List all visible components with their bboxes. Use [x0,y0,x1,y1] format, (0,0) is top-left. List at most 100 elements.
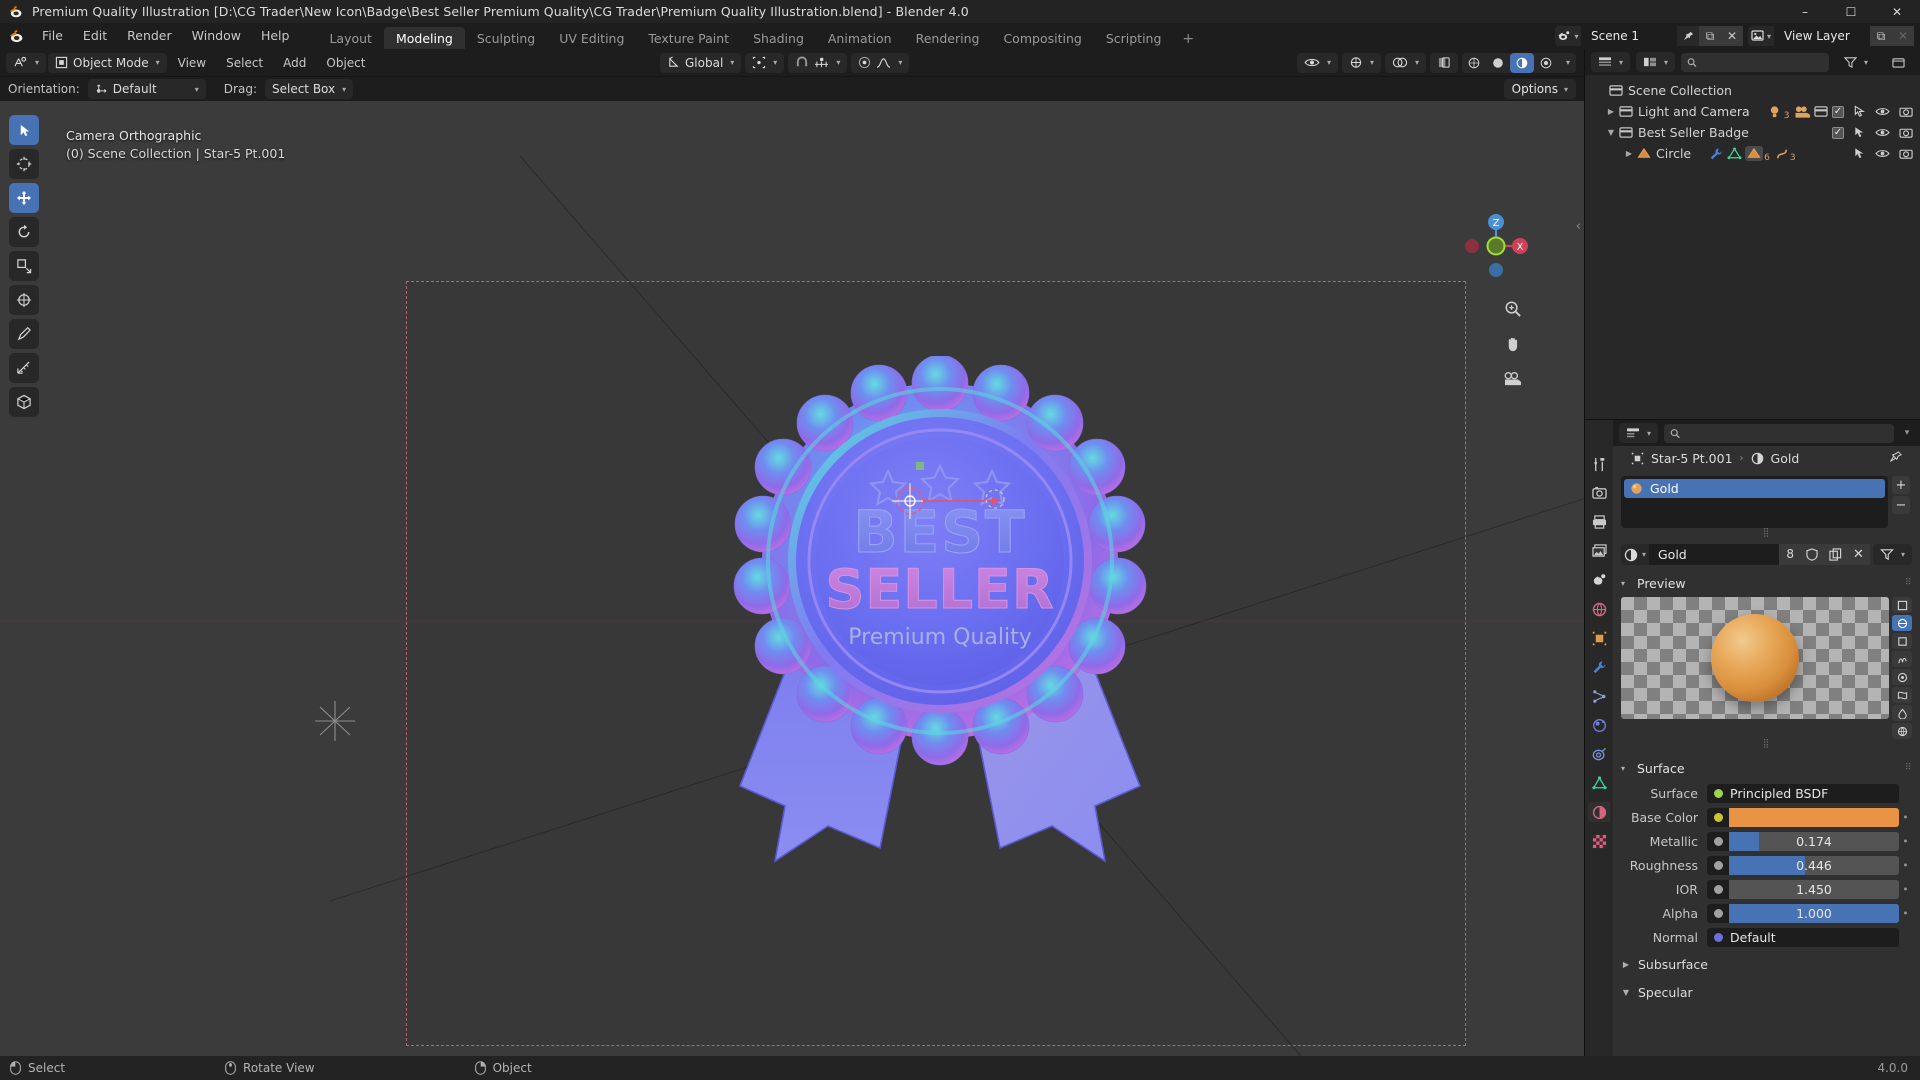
tool-rotate[interactable] [9,217,39,247]
new-view-layer-button[interactable]: ⧉ [1870,26,1892,46]
eye-icon[interactable] [1875,127,1890,138]
outliner-display-mode[interactable]: ▾ [1636,52,1676,72]
animate-property-dot[interactable]: • [1899,907,1912,920]
alpha-slider[interactable]: 1.000 [1729,903,1899,923]
view-layer-name[interactable]: View Layer [1774,26,1870,46]
preview-type-sphere[interactable] [1892,615,1912,631]
menu-file[interactable]: File [32,26,73,47]
tab-uv-editing[interactable]: UV Editing [547,27,636,51]
properties-tab-world[interactable] [1588,599,1610,619]
zoom-icon[interactable] [1499,295,1526,322]
specular-subpanel-header[interactable]: ▼ Specular [1621,981,1912,1003]
animate-property-dot[interactable]: • [1899,859,1912,872]
remove-scene-button[interactable]: ✕ [1721,26,1743,46]
fake-user-icon[interactable] [1800,544,1824,565]
mesh-data-icon[interactable] [1727,146,1742,161]
outliner-row-scene-collection[interactable]: Scene Collection [1585,80,1920,101]
properties-search-input[interactable] [1685,426,1888,440]
collection-icon[interactable] [1814,105,1829,118]
tab-rendering[interactable]: Rendering [904,27,992,51]
transform-orientation-selector[interactable]: Global ▾ [660,52,742,73]
browse-material-icon[interactable]: ▾ [1621,548,1649,562]
xray-toggle[interactable] [1429,52,1458,73]
preview-type-flat[interactable] [1892,597,1912,613]
material-preview[interactable] [1621,597,1889,719]
properties-tab-particles[interactable] [1588,686,1610,706]
node-socket[interactable] [1714,932,1723,942]
properties-tab-view-layer[interactable] [1588,541,1610,561]
add-workspace-button[interactable]: + [1173,27,1203,51]
properties-tab-render[interactable] [1588,483,1610,503]
node-socket[interactable] [1713,860,1723,870]
material-display-filter[interactable]: ▾ [1872,544,1912,565]
preview-type-hair[interactable] [1892,651,1912,667]
properties-header-expand[interactable]: ▾ [1900,428,1914,438]
preview-resize-grip[interactable]: ⣿ [1621,739,1912,750]
material-name-field[interactable]: Gold [1649,544,1780,565]
outliner-filter-icon[interactable]: ▾ [1835,52,1877,72]
properties-tab-data[interactable] [1588,773,1610,793]
viewport-options-button[interactable]: Options ▾ [1503,79,1576,99]
outliner-row-light-and-camera[interactable]: ▶ Light and Camera 3 [1585,101,1920,122]
tool-transform[interactable] [9,285,39,315]
render-camera-icon[interactable] [1899,126,1914,139]
transform-gizmo-overlay[interactable] [860,471,1020,531]
properties-tab-texture[interactable] [1588,831,1610,851]
properties-editor-type[interactable]: ▾ [1619,423,1659,443]
properties-tab-modifiers[interactable] [1588,657,1610,677]
metallic-slider[interactable]: 0.174 [1729,831,1899,851]
mesh-icon[interactable] [1747,147,1761,160]
preview-type-fluid[interactable] [1892,705,1912,721]
outliner-editor-type[interactable]: ▾ [1591,52,1631,72]
overlays-toggle[interactable]: ▾ [1384,52,1426,73]
selectable-arrow-icon[interactable] [1853,126,1866,139]
node-socket-holder[interactable] [1707,831,1729,851]
tab-scripting[interactable]: Scripting [1094,27,1174,51]
curve-icon[interactable] [1775,147,1789,161]
unlink-material-icon[interactable]: ✕ [1846,544,1870,565]
roughness-slider[interactable]: 0.446 [1729,855,1899,875]
surface-panel-header[interactable]: ▾ Surface ⠿ [1621,757,1912,779]
outliner-new-collection-icon[interactable] [1883,52,1914,72]
tool-move[interactable] [9,183,39,213]
tool-select-box[interactable] [9,115,39,145]
object-mode-selector[interactable]: Object Mode ▾ [48,52,167,73]
viewport-menu-select[interactable]: Select [217,53,272,73]
editor-type-selector[interactable]: ▾ [6,52,47,73]
node-socket[interactable] [1713,812,1723,822]
shading-material-preview[interactable] [1509,52,1534,73]
menu-window[interactable]: Window [182,26,251,47]
properties-search-box[interactable] [1664,423,1894,443]
node-socket-holder[interactable] [1707,807,1729,827]
tab-layout[interactable]: Layout [317,27,384,51]
selectable-arrow-icon[interactable] [1853,105,1866,118]
properties-scroll-area[interactable]: Star-5 Pt.001 › Gold Gold + − ⣿ ▾ Gold 8… [1613,446,1920,1056]
tab-shading[interactable]: Shading [741,27,816,51]
new-material-icon[interactable] [1823,544,1847,565]
pin-id-icon[interactable] [1889,450,1902,466]
light-icon[interactable] [1768,105,1783,119]
shading-options-dropdown[interactable]: ▾ [1558,53,1576,73]
drag-dropdown[interactable]: Select Box ▾ [264,79,354,99]
camera-icon[interactable] [1499,365,1526,392]
material-slot-row[interactable]: Gold [1624,479,1885,498]
properties-tab-tool[interactable] [1588,454,1610,474]
breadcrumb-material[interactable]: Gold [1771,451,1800,466]
remove-view-layer-button[interactable]: ✕ [1892,26,1914,46]
exclude-checkbox[interactable] [1832,126,1844,139]
orientation-dropdown[interactable]: Default ▾ [87,79,206,99]
eye-icon[interactable] [1875,148,1890,159]
node-socket[interactable] [1714,788,1723,798]
scene-selector[interactable]: ▾ Scene 1 ⧉ ✕ [1555,26,1743,46]
add-material-slot-button[interactable]: + [1892,476,1910,494]
tab-animation[interactable]: Animation [816,27,904,51]
subsurface-subpanel-header[interactable]: ▶ Subsurface [1621,953,1912,975]
visibility-selector[interactable]: ▾ [1296,52,1338,73]
breadcrumb-object[interactable]: Star-5 Pt.001 [1651,451,1733,466]
expand-triangle[interactable]: ▼ [1603,128,1619,137]
animate-property-dot[interactable]: • [1899,883,1912,896]
view-layer-selector[interactable]: ▾ View Layer ⧉ ✕ [1748,26,1914,46]
preview-type-cube[interactable] [1892,633,1912,649]
material-datablock[interactable]: ▾ Gold 8 ✕ [1621,544,1870,565]
tab-modeling[interactable]: Modeling [383,27,465,51]
